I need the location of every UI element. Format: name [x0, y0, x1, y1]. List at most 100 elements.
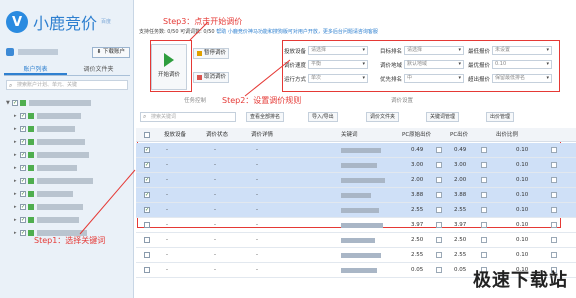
select-all-checkbox[interactable] — [144, 132, 150, 138]
table-row[interactable]: ✓ - - - 3.88 3.88 0.10 — [136, 188, 576, 203]
price-edit-icon[interactable] — [436, 192, 442, 198]
ratio-spinner-icon[interactable] — [551, 177, 557, 183]
cell-orig-price: 0.49 — [411, 147, 424, 153]
cell-device: - — [166, 252, 168, 258]
col-price[interactable]: PC出价 — [450, 128, 468, 142]
table-row[interactable]: ✓ - - - 2.00 2.00 0.10 — [136, 173, 576, 188]
cell-ratio: 0.10 — [516, 237, 529, 243]
cell-ratio: 0.10 — [516, 177, 529, 183]
cell-status: - — [214, 267, 216, 273]
price-edit-icon[interactable] — [481, 177, 487, 183]
price-edit-icon[interactable] — [481, 252, 487, 258]
cell-status: - — [214, 177, 216, 183]
price-edit-icon[interactable] — [481, 147, 487, 153]
col-detail[interactable]: 调价详情 — [251, 128, 273, 142]
price-edit-icon[interactable] — [436, 237, 442, 243]
price-edit-icon[interactable] — [436, 222, 442, 228]
step3-arrow — [189, 21, 209, 41]
cell-price: 3.97 — [454, 222, 467, 228]
table-row[interactable]: - - - 2.55 2.55 0.10 — [136, 248, 576, 263]
cell-status: - — [214, 162, 216, 168]
cell-keyword-blurred — [341, 193, 371, 198]
ratio-spinner-icon[interactable] — [551, 207, 557, 213]
cell-keyword-blurred — [341, 268, 377, 273]
cell-device: - — [166, 237, 168, 243]
cell-detail: - — [256, 267, 258, 273]
row-checkbox[interactable] — [144, 222, 150, 228]
cell-device: - — [166, 192, 168, 198]
cell-detail: - — [256, 162, 258, 168]
cell-detail: - — [256, 237, 258, 243]
bid-manage-button[interactable]: 出价管理 — [486, 112, 515, 122]
cell-orig-price: 3.97 — [411, 222, 424, 228]
cell-orig-price: 3.00 — [411, 162, 424, 168]
cell-orig-price: 2.50 — [411, 237, 424, 243]
import-export-button[interactable]: 导入/导出 — [308, 112, 338, 122]
view-all-rank-button[interactable]: 查看全部排名 — [246, 112, 285, 122]
row-checkbox[interactable] — [144, 237, 150, 243]
filter-bar: ⌕ 搜索关键词 查看全部排名 导入/导出 调价文件夹 关键词管理 出价管理 — [136, 110, 576, 124]
row-checkbox[interactable]: ✓ — [144, 192, 150, 198]
cell-orig-price: 3.88 — [411, 192, 424, 198]
row-checkbox[interactable] — [144, 267, 150, 273]
table-row[interactable]: ✓ - - - 3.00 3.00 0.10 — [136, 158, 576, 173]
keyword-manage-button[interactable]: 关键词管理 — [426, 112, 460, 122]
price-edit-icon[interactable] — [436, 267, 442, 273]
cell-ratio: 0.10 — [516, 222, 529, 228]
step1-arrow — [79, 169, 136, 235]
ratio-spinner-icon[interactable] — [551, 147, 557, 153]
cell-device: - — [166, 177, 168, 183]
col-status[interactable]: 调价状态 — [206, 128, 228, 142]
table-row[interactable]: - - - 3.97 3.97 0.10 — [136, 218, 576, 233]
adjust-folder-button[interactable]: 调价文件夹 — [366, 112, 400, 122]
price-edit-icon[interactable] — [436, 147, 442, 153]
cell-price: 0.49 — [454, 147, 467, 153]
row-checkbox[interactable]: ✓ — [144, 162, 150, 168]
col-orig-price[interactable]: PC原始出价 — [402, 128, 431, 142]
cell-detail: - — [256, 252, 258, 258]
cell-price: 3.88 — [454, 192, 467, 198]
cell-device: - — [166, 267, 168, 273]
row-checkbox[interactable]: ✓ — [144, 177, 150, 183]
price-edit-icon[interactable] — [481, 207, 487, 213]
ratio-spinner-icon[interactable] — [551, 222, 557, 228]
table-row[interactable]: ✓ - - - 2.55 2.55 0.10 — [136, 203, 576, 218]
keyword-search-input[interactable]: ⌕ 搜索关键词 — [140, 112, 236, 122]
table-row[interactable]: ✓ - - - 0.49 0.49 0.10 — [136, 143, 576, 158]
cell-orig-price: 2.55 — [411, 207, 424, 213]
row-checkbox[interactable]: ✓ — [144, 147, 150, 153]
ratio-spinner-icon[interactable] — [551, 252, 557, 258]
price-edit-icon[interactable] — [436, 177, 442, 183]
cell-status: - — [214, 222, 216, 228]
cell-price: 2.55 — [454, 207, 467, 213]
cell-price: 2.00 — [454, 177, 467, 183]
row-checkbox[interactable]: ✓ — [144, 207, 150, 213]
step2-arrow — [244, 59, 291, 97]
table-row[interactable]: - - - 2.50 2.50 0.10 — [136, 233, 576, 248]
price-edit-icon[interactable] — [481, 192, 487, 198]
col-device[interactable]: 投放设备 — [164, 128, 186, 142]
cell-orig-price: 2.55 — [411, 252, 424, 258]
price-edit-icon[interactable] — [436, 162, 442, 168]
cell-keyword-blurred — [341, 223, 383, 228]
app-window: V 小鹿竞价 百度 ⬇ 下载账户 账户列表 调价文件夹 ⌕ 搜索账户计划、单元、… — [0, 0, 576, 298]
ratio-spinner-icon[interactable] — [551, 237, 557, 243]
col-ratio[interactable]: 出价比例 — [496, 128, 518, 142]
cell-ratio: 0.10 — [516, 207, 529, 213]
cell-device: - — [166, 162, 168, 168]
cell-device: - — [166, 147, 168, 153]
price-edit-icon[interactable] — [436, 252, 442, 258]
price-edit-icon[interactable] — [481, 237, 487, 243]
cell-ratio: 0.10 — [516, 252, 529, 258]
cell-keyword-blurred — [341, 253, 381, 258]
price-edit-icon[interactable] — [481, 222, 487, 228]
price-edit-icon[interactable] — [436, 207, 442, 213]
col-keyword[interactable]: 关键词 — [341, 128, 358, 142]
ratio-spinner-icon[interactable] — [551, 192, 557, 198]
cell-keyword-blurred — [341, 208, 379, 213]
cell-device: - — [166, 207, 168, 213]
row-checkbox[interactable] — [144, 252, 150, 258]
price-edit-icon[interactable] — [481, 162, 487, 168]
ratio-spinner-icon[interactable] — [551, 162, 557, 168]
cell-ratio: 0.10 — [516, 162, 529, 168]
